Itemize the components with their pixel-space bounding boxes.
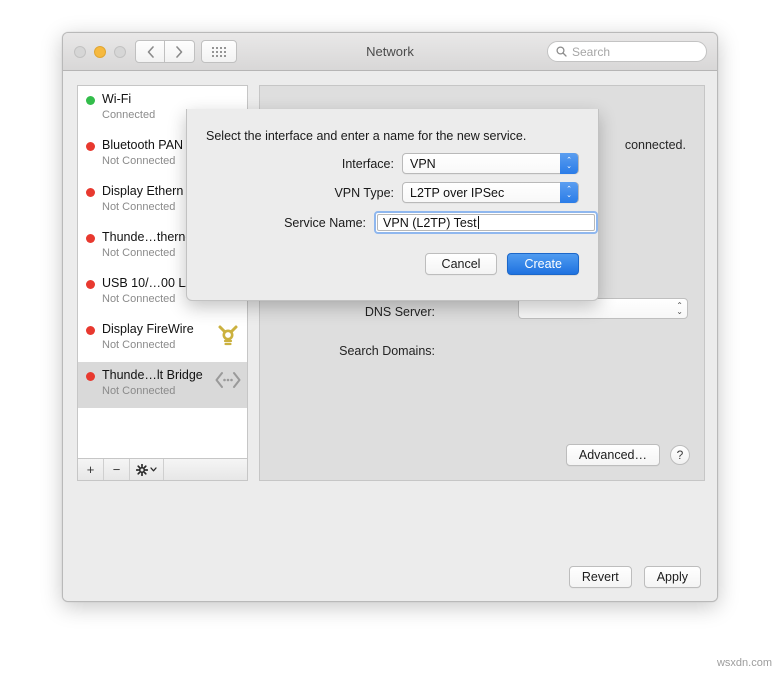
list-item[interactable]: Thunde…lt Bridge Not Connected xyxy=(78,362,247,408)
service-name-field-focus-ring: VPN (L2TP) Test xyxy=(374,211,598,234)
sheet-instruction-text: Select the interface and enter a name fo… xyxy=(206,129,527,143)
search-placeholder: Search xyxy=(572,44,611,59)
advanced-button[interactable]: Advanced… xyxy=(565,444,660,466)
gear-icon xyxy=(136,463,148,476)
screenshot-root: Network Search Wi-Fi Connected Bluetooth… xyxy=(0,0,780,675)
service-name: Thunde…lt Bridge xyxy=(102,368,203,382)
footer-buttons: Revert Apply xyxy=(568,566,701,588)
text-cursor xyxy=(477,216,479,229)
create-button[interactable]: Create xyxy=(507,253,579,275)
status-dot-red xyxy=(86,142,95,151)
vpn-type-select[interactable]: L2TP over IPSec ⌃ ⌄ xyxy=(402,182,579,203)
list-item[interactable]: Display FireWire Not Connected xyxy=(78,316,247,362)
stepper-arrows-icon: ⌃ ⌄ xyxy=(560,182,578,203)
status-dot-red xyxy=(86,234,95,243)
service-name-input[interactable]: VPN (L2TP) Test xyxy=(377,214,595,231)
ethernet-icon xyxy=(215,370,241,392)
cancel-button[interactable]: Cancel xyxy=(424,253,498,275)
sheet-buttons: Cancel Create xyxy=(424,253,579,275)
vpn-type-label: VPN Type: xyxy=(334,185,394,200)
service-status: Not Connected xyxy=(102,339,176,351)
vpn-type-value: L2TP over IPSec xyxy=(410,185,505,200)
vpn-type-row: VPN Type: L2TP over IPSec ⌃ ⌄ xyxy=(187,182,598,203)
service-name: Display FireWire xyxy=(102,322,194,336)
field-label-search-domains: Search Domains: xyxy=(339,344,435,358)
interface-value: VPN xyxy=(410,156,436,171)
new-service-sheet: Select the interface and enter a name fo… xyxy=(186,109,599,301)
help-button[interactable]: ? xyxy=(670,445,690,465)
apply-button[interactable]: Apply xyxy=(643,566,701,588)
service-list-toolbar: + − xyxy=(77,458,248,481)
watermark: wsxdn.com xyxy=(716,657,772,669)
search-icon xyxy=(556,46,567,57)
interface-select[interactable]: VPN ⌃ ⌄ xyxy=(402,153,579,174)
service-name-row: Service Name: VPN (L2TP) Test xyxy=(187,211,598,234)
field-label-dns-server: DNS Server: xyxy=(364,305,435,319)
revert-button[interactable]: Revert xyxy=(568,566,632,588)
network-preferences-window: Network Search Wi-Fi Connected Bluetooth… xyxy=(62,32,718,602)
interface-row: Interface: VPN ⌃ ⌄ xyxy=(187,153,598,174)
service-name-value: VPN (L2TP) Test xyxy=(383,215,477,230)
status-dot-red xyxy=(86,280,95,289)
add-service-button[interactable]: + xyxy=(78,459,104,480)
firewire-icon xyxy=(215,324,241,346)
window-titlebar: Network Search xyxy=(63,33,717,71)
remove-service-button[interactable]: − xyxy=(104,459,130,480)
stepper-arrows-icon: ⌃ ⌄ xyxy=(560,153,578,174)
service-name-label: Service Name: xyxy=(284,215,367,230)
service-status: Not Connected xyxy=(102,385,176,397)
status-dot-green xyxy=(86,96,95,105)
service-name: Wi-Fi xyxy=(102,92,132,106)
status-dot-red xyxy=(86,372,95,381)
status-dot-red xyxy=(86,188,95,197)
chevron-down-icon xyxy=(150,467,157,472)
window-body: Wi-Fi Connected Bluetooth PAN Not Connec… xyxy=(63,71,717,601)
status-dot-red xyxy=(86,326,95,335)
service-actions-button[interactable] xyxy=(130,459,164,480)
advanced-row: Advanced… ? xyxy=(565,444,690,466)
search-input[interactable]: Search xyxy=(547,41,707,62)
interface-label: Interface: xyxy=(341,156,394,171)
